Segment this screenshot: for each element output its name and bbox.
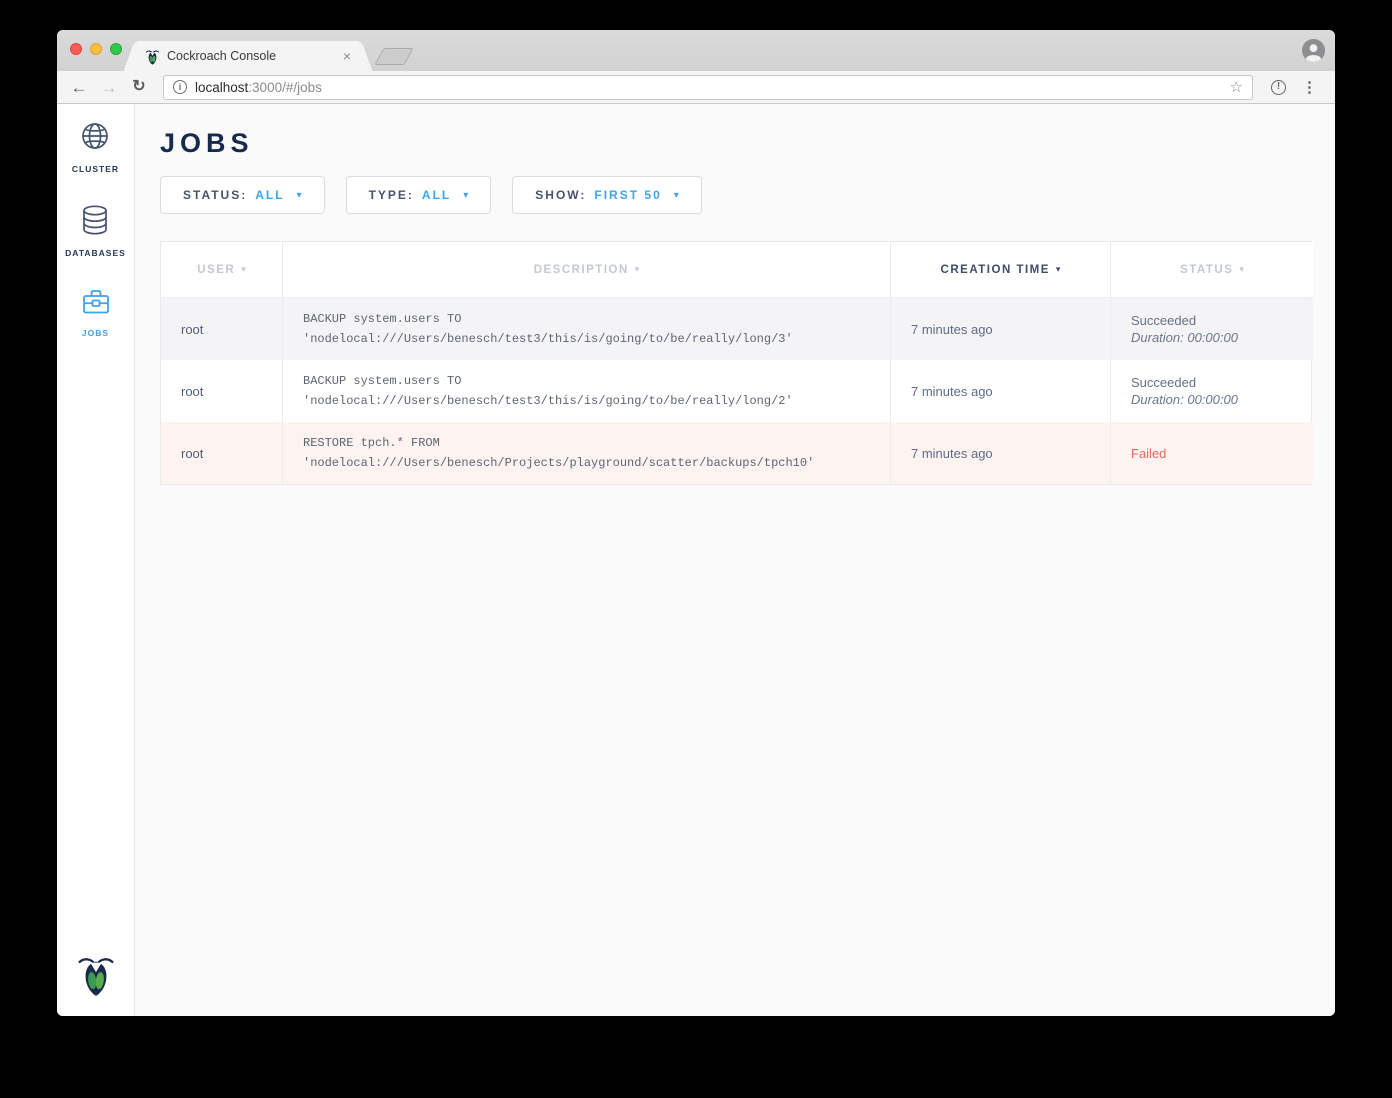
sidebar-item-cluster[interactable]: CLUSTER — [72, 120, 119, 174]
job-duration: Duration: 00:00:00 — [1131, 392, 1293, 407]
sidebar-item-databases[interactable]: DATABASES — [65, 204, 126, 258]
sidebar-nav: CLUSTER DATABASES — [57, 104, 135, 1016]
tab-title: Cockroach Console — [167, 49, 336, 63]
table-header-row: USER ▾ DESCRIPTION ▾ CREATION TIME ▾ STA… — [161, 242, 1311, 298]
filter-value: ALL — [422, 188, 451, 202]
url-host: localhost — [195, 80, 248, 95]
back-icon[interactable]: ← — [67, 79, 91, 96]
database-icon — [80, 204, 110, 241]
filter-value: FIRST 50 — [594, 188, 661, 202]
job-status: Failed — [1111, 422, 1313, 484]
job-creation-time: 7 minutes ago — [911, 446, 1090, 461]
sort-caret-icon: ▾ — [241, 264, 246, 275]
url-path: :3000/#/jobs — [248, 80, 322, 95]
job-status: Succeeded Duration: 00:00:00 — [1111, 360, 1313, 422]
browser-window: Cockroach Console × ← → ↻ i localhost:30… — [57, 30, 1335, 1016]
description-line: 'nodelocal:///Users/benesch/Projects/pla… — [303, 453, 870, 473]
page-info-icon[interactable]: i — [173, 80, 187, 94]
description-line: BACKUP system.users TO — [303, 309, 870, 329]
job-user: root — [181, 446, 262, 461]
job-creation-time: 7 minutes ago — [911, 322, 1090, 337]
globe-icon — [79, 120, 111, 157]
column-header-user[interactable]: USER ▾ — [161, 242, 283, 297]
sidebar-item-label: DATABASES — [65, 248, 126, 258]
chrome-menu-icon[interactable]: ⋮ — [1302, 78, 1317, 96]
app-content: CLUSTER DATABASES — [57, 104, 1335, 1016]
sidebar-item-label: JOBS — [82, 328, 109, 338]
column-header-creation-time[interactable]: CREATION TIME ▾ — [891, 242, 1111, 297]
chevron-down-icon: ▾ — [297, 190, 302, 201]
traffic-lights — [70, 43, 122, 55]
job-duration: Duration: 00:00:00 — [1131, 330, 1293, 345]
browser-tab[interactable]: Cockroach Console × — [137, 41, 359, 71]
tab-close-icon[interactable]: × — [343, 49, 351, 63]
filter-bar: STATUS: ALL ▾ TYPE: ALL ▾ SHOW: FIRST 50… — [160, 176, 1335, 214]
show-filter-dropdown[interactable]: SHOW: FIRST 50 ▾ — [512, 176, 702, 214]
tab-strip: Cockroach Console × — [57, 30, 1335, 71]
filter-label: STATUS: — [183, 188, 247, 202]
jobs-page: JOBS STATUS: ALL ▾ TYPE: ALL ▾ SHOW: FIR… — [135, 104, 1335, 1016]
sidebar-item-jobs[interactable]: JOBS — [81, 288, 111, 338]
status-badge: Failed — [1131, 446, 1293, 461]
job-user: root — [181, 322, 262, 337]
column-header-status[interactable]: STATUS ▾ — [1111, 242, 1313, 297]
table-row: root RESTORE tpch.* FROM 'nodelocal:///U… — [161, 422, 1311, 484]
chevron-down-icon: ▾ — [674, 190, 679, 201]
cockroach-logo-icon — [77, 951, 115, 1002]
new-tab-button[interactable] — [374, 48, 413, 65]
job-user: root — [181, 384, 262, 399]
job-description: RESTORE tpch.* FROM 'nodelocal:///Users/… — [283, 422, 891, 484]
zoom-window-button[interactable] — [110, 43, 122, 55]
filter-label: SHOW: — [535, 188, 586, 202]
sort-caret-icon: ▾ — [1239, 264, 1244, 275]
description-line: 'nodelocal:///Users/benesch/test3/this/i… — [303, 391, 870, 411]
url-text[interactable]: localhost:3000/#/jobs — [195, 80, 1222, 95]
job-description: BACKUP system.users TO 'nodelocal:///Use… — [283, 360, 891, 422]
column-label: STATUS — [1180, 264, 1233, 276]
extension-icon[interactable]: ! — [1271, 80, 1286, 95]
job-creation-time: 7 minutes ago — [911, 384, 1090, 399]
forward-icon: → — [97, 79, 121, 96]
filter-label: TYPE: — [369, 188, 414, 202]
table-row: root BACKUP system.users TO 'nodelocal:/… — [161, 298, 1311, 360]
cockroach-favicon-icon — [145, 48, 160, 65]
chevron-down-icon: ▾ — [463, 190, 468, 201]
jobs-table: USER ▾ DESCRIPTION ▾ CREATION TIME ▾ STA… — [160, 241, 1312, 485]
browser-toolbar: ← → ↻ i localhost:3000/#/jobs ☆ ! ⋮ — [57, 71, 1335, 104]
sidebar-item-label: CLUSTER — [72, 164, 119, 174]
description-line: RESTORE tpch.* FROM — [303, 433, 870, 453]
close-window-button[interactable] — [70, 43, 82, 55]
minimize-window-button[interactable] — [90, 43, 102, 55]
sort-caret-icon: ▾ — [1056, 264, 1061, 275]
table-row: root BACKUP system.users TO 'nodelocal:/… — [161, 360, 1311, 422]
description-line: BACKUP system.users TO — [303, 371, 870, 391]
profile-avatar-icon[interactable] — [1302, 39, 1325, 62]
type-filter-dropdown[interactable]: TYPE: ALL ▾ — [346, 176, 492, 214]
filter-value: ALL — [255, 188, 284, 202]
description-line: 'nodelocal:///Users/benesch/test3/this/i… — [303, 329, 870, 349]
page-title: JOBS — [160, 128, 1335, 159]
status-filter-dropdown[interactable]: STATUS: ALL ▾ — [160, 176, 325, 214]
column-label: USER — [197, 264, 235, 276]
address-bar[interactable]: i localhost:3000/#/jobs ☆ — [163, 75, 1253, 100]
status-badge: Succeeded — [1131, 375, 1293, 390]
column-label: CREATION TIME — [941, 264, 1050, 276]
column-label: DESCRIPTION — [534, 264, 629, 276]
job-description: BACKUP system.users TO 'nodelocal:///Use… — [283, 298, 891, 360]
sort-caret-icon: ▾ — [635, 264, 640, 275]
job-status: Succeeded Duration: 00:00:00 — [1111, 298, 1313, 360]
bookmark-star-icon[interactable]: ☆ — [1230, 78, 1243, 96]
column-header-description[interactable]: DESCRIPTION ▾ — [283, 242, 891, 297]
reload-icon[interactable]: ↻ — [127, 79, 151, 95]
briefcase-icon — [81, 288, 111, 321]
status-badge: Succeeded — [1131, 313, 1293, 328]
